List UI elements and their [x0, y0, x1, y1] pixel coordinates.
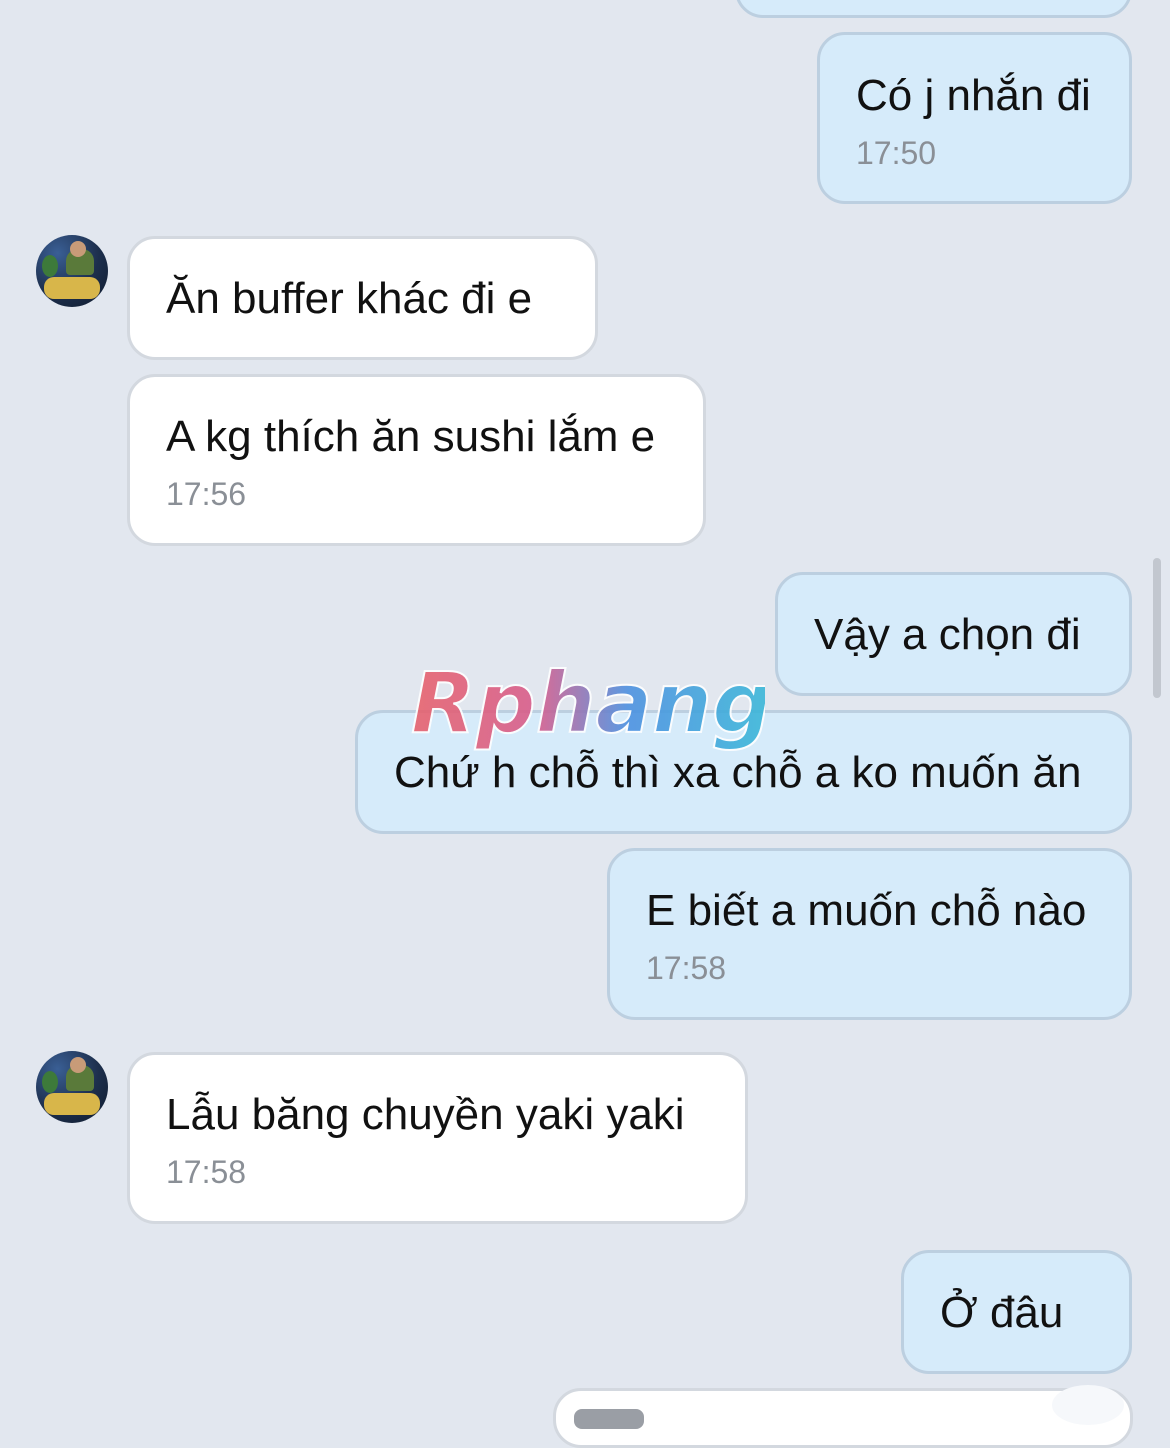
message-bubble-partial[interactable]: [553, 1385, 1133, 1448]
avatar-photo-detail: [70, 1057, 86, 1073]
message-timestamp: 17:58: [166, 1154, 247, 1190]
contact-avatar[interactable]: [36, 235, 108, 307]
message-text: A kg thích ăn sushi lắm e: [166, 412, 656, 461]
message-bubble-outgoing[interactable]: Ở đâu: [901, 1250, 1132, 1374]
chat-conversation[interactable]: Có j nhắn đi 17:50 Ăn buffer khác đi e A…: [0, 0, 1170, 1448]
message-bubble-outgoing[interactable]: Có j nhắn đi 17:50: [817, 32, 1132, 204]
contact-avatar[interactable]: [36, 1051, 108, 1123]
message-text: Lẫu băng chuyền yaki yaki: [166, 1090, 685, 1139]
message-text: Chứ h chỗ thì xa chỗ a ko muốn ăn: [394, 748, 1082, 797]
attachment-thumbnail: [574, 1409, 644, 1429]
message-bubble-outgoing[interactable]: Chứ h chỗ thì xa chỗ a ko muốn ăn: [355, 710, 1132, 834]
message-bubble-outgoing[interactable]: Vậy a chọn đi: [775, 572, 1132, 696]
message-text: Ăn buffer khác đi e: [166, 274, 533, 323]
message-text: Vậy a chọn đi: [814, 610, 1081, 659]
reaction-icon: [1052, 1385, 1124, 1425]
message-bubble-partial[interactable]: [735, 0, 1132, 18]
message-text: E biết a muốn chỗ nào: [646, 886, 1087, 935]
message-text: Có j nhắn đi: [856, 71, 1091, 120]
avatar-photo-detail: [42, 255, 58, 277]
avatar-photo-detail: [42, 1071, 58, 1093]
avatar-photo-detail: [70, 241, 86, 257]
message-bubble-incoming[interactable]: Ăn buffer khác đi e: [127, 236, 598, 360]
avatar-photo-detail: [44, 1093, 100, 1115]
message-timestamp: 17:58: [646, 950, 727, 986]
message-timestamp: 17:56: [166, 476, 247, 512]
message-text: Ở đâu: [940, 1288, 1064, 1337]
message-bubble-outgoing[interactable]: E biết a muốn chỗ nào 17:58: [607, 848, 1132, 1020]
message-timestamp: 17:50: [856, 135, 937, 171]
scroll-indicator[interactable]: [1153, 558, 1161, 698]
avatar-photo-detail: [44, 277, 100, 299]
message-bubble-incoming[interactable]: A kg thích ăn sushi lắm e 17:56: [127, 374, 706, 546]
message-bubble-incoming[interactable]: Lẫu băng chuyền yaki yaki 17:58: [127, 1052, 748, 1224]
